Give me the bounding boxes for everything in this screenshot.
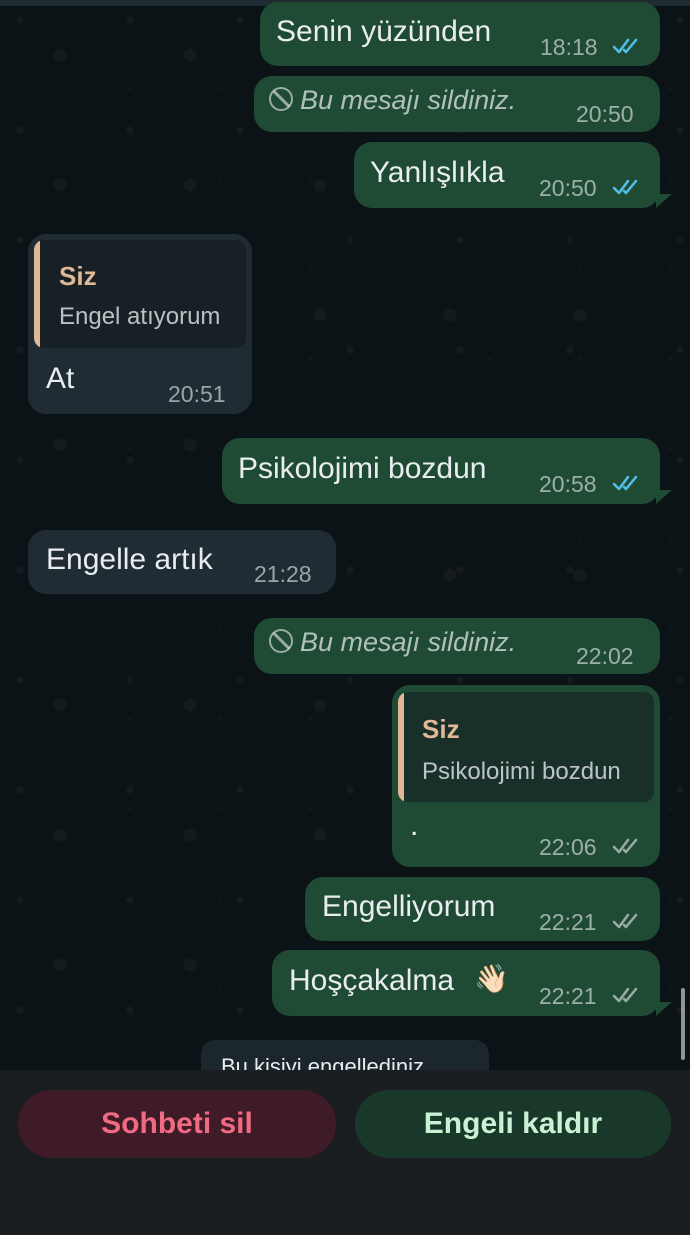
bubble-tail bbox=[656, 490, 672, 504]
message-time: 20:50 bbox=[539, 175, 597, 201]
quote-text: Engel atıyorum bbox=[59, 303, 221, 330]
delivered-ticks-icon bbox=[612, 838, 638, 854]
reply-quote[interactable]: Siz Engel atıyorum bbox=[34, 240, 246, 348]
message-time: 22:02 bbox=[576, 643, 634, 669]
deleted-text: Bu mesajı sildiniz. bbox=[300, 85, 517, 115]
message-text: Hoşçakalma bbox=[289, 964, 455, 997]
message-text: Yanlışlıkla bbox=[370, 156, 505, 189]
read-ticks-icon bbox=[612, 38, 638, 54]
message-outgoing[interactable]: Psikolojimi bozdun 20:58 bbox=[222, 438, 660, 504]
message-outgoing[interactable]: Hoşçakalma 👋🏻 22:21 bbox=[272, 950, 660, 1016]
chat-area[interactable]: Senin yüzünden 18:18 Bu mesajı sildiniz.… bbox=[0, 0, 690, 1070]
deleted-text: Bu mesajı sildiniz. bbox=[300, 627, 517, 657]
scrollbar[interactable] bbox=[681, 988, 685, 1060]
message-text: Senin yüzünden bbox=[276, 15, 492, 48]
delete-chat-button[interactable]: Sohbeti sil bbox=[18, 1090, 336, 1158]
message-time: 21:28 bbox=[254, 561, 312, 587]
delivered-ticks-icon bbox=[612, 987, 638, 1003]
quote-text: Psikolojimi bozdun bbox=[422, 758, 621, 785]
message-outgoing[interactable]: Siz Psikolojimi bozdun . 22:06 bbox=[392, 685, 660, 867]
blocked-notice-text: Bu kişiyi engellediniz bbox=[221, 1054, 424, 1070]
message-time: 20:58 bbox=[539, 471, 597, 497]
delivered-ticks-icon bbox=[612, 913, 638, 929]
message-deleted[interactable]: Bu mesajı sildiniz. 22:02 bbox=[254, 618, 660, 674]
message-time: 20:50 bbox=[576, 101, 634, 127]
quote-author: Siz bbox=[422, 714, 460, 744]
bubble-tail bbox=[656, 1002, 672, 1016]
message-deleted[interactable]: Bu mesajı sildiniz. 20:50 bbox=[254, 76, 660, 132]
message-outgoing[interactable]: Yanlışlıkla 20:50 bbox=[354, 142, 660, 208]
unblock-button[interactable]: Engeli kaldır bbox=[355, 1090, 671, 1158]
message-text: At bbox=[46, 362, 75, 395]
message-outgoing[interactable]: Senin yüzünden 18:18 bbox=[260, 2, 660, 66]
message-text: . bbox=[410, 809, 419, 842]
message-time: 20:51 bbox=[168, 381, 226, 407]
message-text: Engelle artık bbox=[46, 543, 213, 576]
read-ticks-icon bbox=[612, 475, 638, 491]
message-text: Psikolojimi bozdun bbox=[238, 452, 487, 485]
deleted-icon bbox=[269, 87, 293, 111]
bubble-tail bbox=[656, 194, 672, 208]
message-incoming[interactable]: Engelle artık 21:28 bbox=[28, 530, 336, 594]
blocked-notice: Bu kişiyi engellediniz bbox=[201, 1040, 489, 1070]
blocked-action-bar: Sohbeti sil Engeli kaldır bbox=[0, 1070, 690, 1235]
waving-hand-emoji: 👋🏻 bbox=[474, 963, 509, 994]
message-time: 22:06 bbox=[539, 834, 597, 860]
message-outgoing[interactable]: Engelliyorum 22:21 bbox=[305, 877, 660, 941]
message-time: 22:21 bbox=[539, 983, 597, 1009]
read-ticks-icon bbox=[612, 179, 638, 195]
message-time: 22:21 bbox=[539, 909, 597, 935]
reply-quote[interactable]: Siz Psikolojimi bozdun bbox=[398, 692, 654, 802]
quote-bar bbox=[398, 692, 404, 802]
deleted-icon bbox=[269, 629, 293, 653]
quote-author: Siz bbox=[59, 261, 97, 291]
message-time: 18:18 bbox=[540, 34, 598, 60]
message-incoming[interactable]: Siz Engel atıyorum At 20:51 bbox=[28, 234, 252, 414]
message-text: Engelliyorum bbox=[322, 890, 496, 923]
quote-bar bbox=[34, 240, 40, 348]
